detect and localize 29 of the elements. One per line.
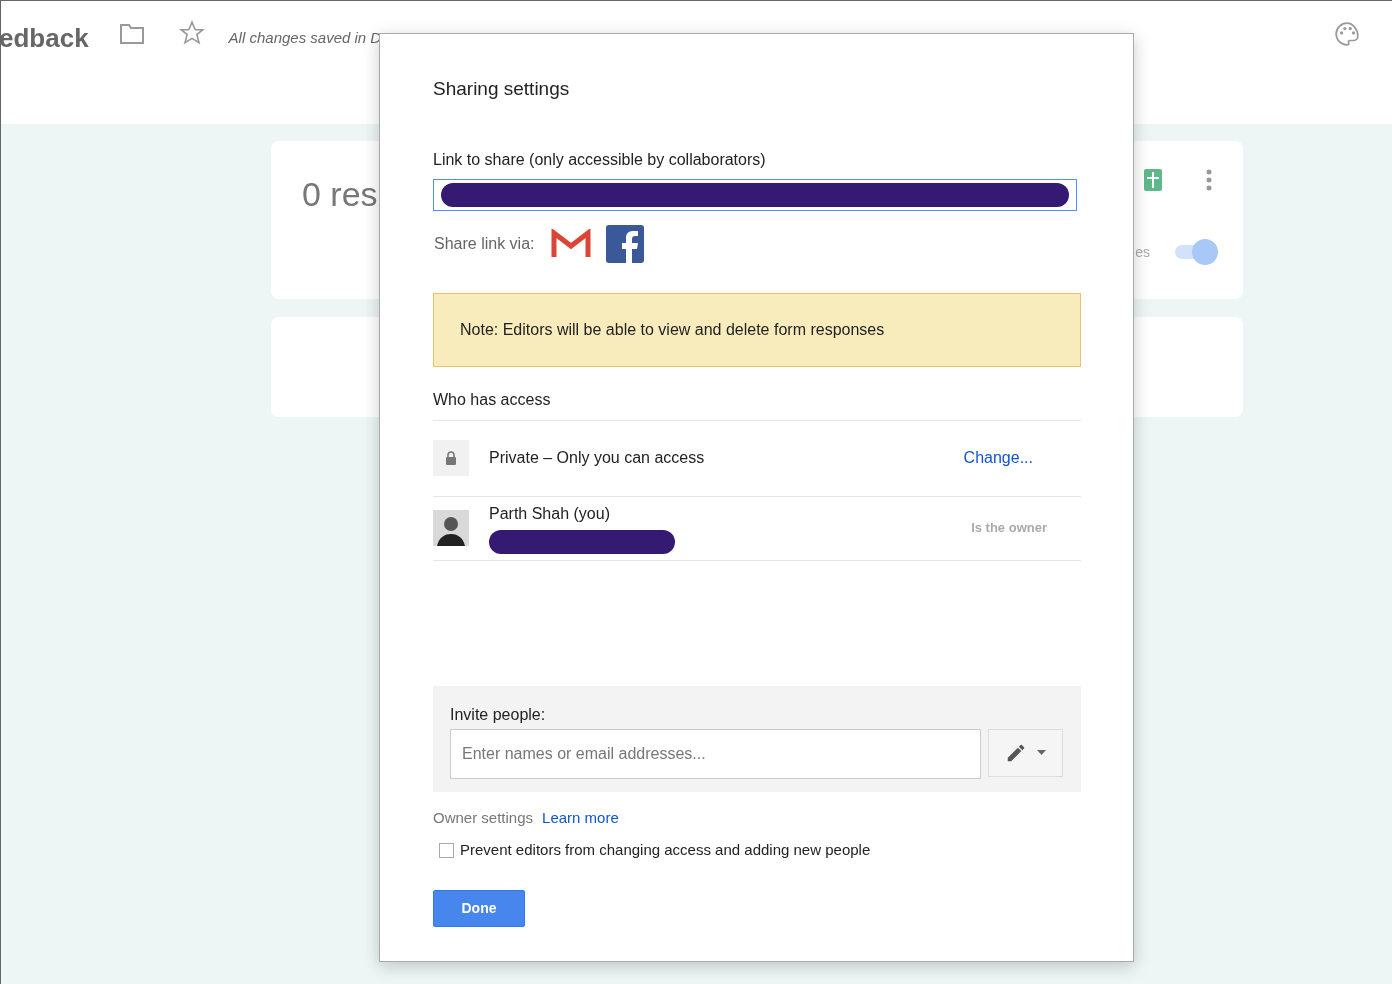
prevent-editors-label: Prevent editors from changing access and adding new people — [460, 840, 871, 860]
share-via-label: Share link via: — [434, 233, 535, 254]
lock-icon — [433, 440, 469, 476]
invite-label: Invite people: — [450, 704, 547, 725]
toggle-label: es — [1135, 242, 1150, 262]
learn-more-link[interactable]: Learn more — [542, 806, 619, 829]
avatar-icon — [433, 510, 469, 546]
share-link-field[interactable] — [433, 178, 1077, 211]
facebook-icon[interactable] — [605, 224, 644, 263]
change-link[interactable]: Change... — [963, 446, 1033, 470]
response-count: 0 res — [302, 174, 378, 215]
more-icon[interactable] — [1206, 169, 1212, 191]
owner-role-text: Is the owner — [971, 519, 1047, 538]
note-text: Note: Editors will be able to view and delete form responses — [460, 319, 885, 340]
permission-dropdown[interactable] — [988, 728, 1063, 777]
invite-field[interactable]: Enter names or email addresses... — [450, 728, 981, 779]
checkbox[interactable] — [439, 842, 454, 858]
owner-settings-label: Owner settings — [433, 807, 534, 828]
star-icon[interactable] — [178, 20, 205, 46]
person-name: Parth Shah (you) — [489, 504, 611, 524]
link-label: Link to share (only accessible by collaborators) — [433, 149, 767, 170]
mail-icon[interactable] — [550, 228, 591, 259]
access-heading: Who has access — [433, 387, 1081, 421]
caret-icon — [1037, 750, 1046, 755]
done-button[interactable]: Done — [433, 889, 525, 927]
access-level-text: Private – Only you can access — [489, 448, 705, 468]
palette-icon[interactable] — [1334, 21, 1360, 47]
dialog-title: Sharing settings — [433, 77, 571, 101]
folder-icon[interactable] — [118, 23, 145, 45]
